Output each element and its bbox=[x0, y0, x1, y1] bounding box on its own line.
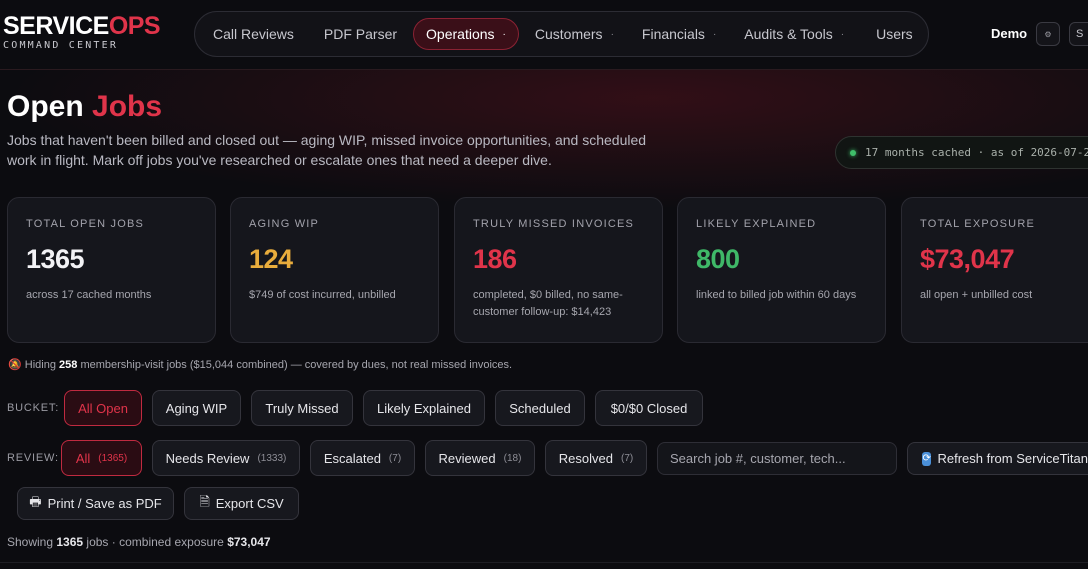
stat-note: all open + unbilled cost bbox=[920, 289, 1033, 301]
stat-label: LIKELY EXPLAINED bbox=[696, 218, 817, 230]
nav-label: Call Reviews bbox=[213, 26, 294, 42]
review-option-count: (18) bbox=[503, 452, 522, 464]
signout-button[interactable]: S bbox=[1069, 22, 1088, 46]
nav-label: PDF Parser bbox=[323, 26, 398, 42]
nav-financials[interactable]: Financials · bbox=[630, 18, 728, 50]
review-option-count: (1333) bbox=[257, 452, 287, 464]
top-bar: SERVICEOPS COMMAND CENTER Call Reviews P… bbox=[0, 0, 1088, 70]
hiding-prefix: Hiding bbox=[24, 359, 56, 371]
stat-value: 186 bbox=[473, 244, 517, 274]
summary-middle: jobs · combined exposure bbox=[86, 535, 224, 549]
nav-users[interactable]: Users bbox=[864, 18, 925, 50]
stat-label: TRULY MISSED INVOICES bbox=[473, 218, 635, 230]
hiding-notice: 🔕 Hiding 258 membership-visit jobs ($15,… bbox=[8, 358, 512, 371]
review-option-label: Resolved bbox=[558, 450, 613, 466]
stat-label: TOTAL OPEN JOBS bbox=[26, 218, 145, 230]
search-input[interactable] bbox=[657, 442, 897, 475]
nav-label: Users bbox=[876, 26, 913, 42]
bucket-zero-closed[interactable]: $0/$0 Closed bbox=[595, 390, 703, 426]
stat-value: 1365 bbox=[26, 244, 85, 274]
mute-bell-icon: 🔕 bbox=[8, 359, 22, 371]
nav-pdf-parser[interactable]: PDF Parser bbox=[312, 18, 409, 50]
review-option-count: (7) bbox=[620, 452, 634, 464]
nav-label: Operations bbox=[426, 26, 495, 42]
refresh-button[interactable]: ⟳ Refresh from ServiceTitan bbox=[907, 442, 1088, 475]
nav-audits-tools[interactable]: Audits & Tools · bbox=[732, 18, 856, 50]
dropdown-dot-icon: · bbox=[712, 28, 717, 40]
print-label: Print / Save as PDF bbox=[47, 496, 162, 511]
hiding-suffix: membership-visit jobs ($15,044 combined)… bbox=[80, 359, 513, 371]
review-escalated[interactable]: Escalated (7) bbox=[310, 440, 415, 476]
status-dot-icon bbox=[850, 149, 856, 156]
dropdown-dot-icon: · bbox=[840, 28, 845, 40]
export-csv-button[interactable]: 🗎 Export CSV bbox=[184, 487, 299, 520]
print-pdf-button[interactable]: 🖶 Print / Save as PDF bbox=[17, 487, 174, 520]
refresh-label: Refresh from ServiceTitan bbox=[937, 451, 1088, 466]
stat-value: $73,047 bbox=[920, 244, 1015, 274]
review-reviewed[interactable]: Reviewed (18) bbox=[425, 440, 535, 476]
results-summary: Showing 1365 jobs · combined exposure $7… bbox=[7, 535, 271, 549]
nav-customers[interactable]: Customers · bbox=[523, 18, 626, 50]
page-description: Jobs that haven't been billed and closed… bbox=[7, 132, 647, 168]
review-resolved[interactable]: Resolved (7) bbox=[545, 440, 647, 476]
dropdown-dot-icon: · bbox=[610, 28, 614, 40]
bucket-likely-explained[interactable]: Likely Explained bbox=[363, 390, 485, 426]
page-title: Open Jobs bbox=[7, 90, 162, 124]
review-needs-review[interactable]: Needs Review (1333) bbox=[152, 440, 300, 476]
summary-exposure: $73,047 bbox=[227, 535, 271, 549]
document-icon: 🗎 bbox=[199, 493, 210, 509]
refresh-icon: ⟳ bbox=[922, 451, 932, 466]
cache-status-pill: 17 months cached · as of 2026-07-2 bbox=[835, 136, 1088, 169]
review-option-label: All bbox=[75, 450, 91, 466]
settings-icon[interactable]: ⚙ bbox=[1036, 22, 1060, 46]
nav-label: Customers bbox=[534, 26, 603, 42]
review-option-count: (7) bbox=[388, 452, 402, 464]
bucket-aging-wip[interactable]: Aging WIP bbox=[152, 390, 241, 426]
main-nav: Call Reviews PDF Parser Operations · Cust… bbox=[194, 11, 929, 57]
review-all[interactable]: All (1365) bbox=[61, 440, 142, 476]
brand-subtitle: COMMAND CENTER bbox=[3, 40, 119, 51]
stat-note: linked to billed job within 60 days bbox=[696, 289, 857, 301]
review-option-label: Escalated bbox=[323, 450, 381, 466]
stat-value: 800 bbox=[696, 244, 740, 274]
summary-prefix: Showing bbox=[7, 535, 54, 549]
bucket-label: BUCKET: bbox=[7, 402, 60, 414]
review-label: REVIEW: bbox=[7, 452, 59, 464]
stat-card-total-exposure[interactable]: TOTAL EXPOSURE $73,047 all open + unbill… bbox=[901, 197, 1088, 343]
stat-note: $749 of cost incurred, unbilled bbox=[249, 289, 396, 301]
nav-operations[interactable]: Operations · bbox=[413, 18, 519, 50]
export-label: Export CSV bbox=[215, 496, 284, 511]
summary-count: 1365 bbox=[56, 535, 84, 549]
stat-label: TOTAL EXPOSURE bbox=[920, 218, 1036, 230]
brand-name: SERVICEOPS bbox=[3, 12, 161, 40]
brand-name-service: SERVICE bbox=[3, 12, 109, 40]
stat-note: completed, $0 billed, no same-customer f… bbox=[473, 289, 623, 318]
stat-label: AGING WIP bbox=[249, 218, 320, 230]
stat-card-aging-wip[interactable]: AGING WIP 124 $749 of cost incurred, unb… bbox=[230, 197, 439, 343]
brand-logo[interactable]: SERVICEOPS COMMAND CENTER bbox=[3, 12, 161, 51]
stat-card-total-open-jobs[interactable]: TOTAL OPEN JOBS 1365 across 17 cached mo… bbox=[7, 197, 216, 343]
review-option-label: Needs Review bbox=[165, 450, 250, 466]
table-top-border bbox=[0, 562, 1088, 563]
bucket-truly-missed[interactable]: Truly Missed bbox=[251, 390, 353, 426]
stat-note: across 17 cached months bbox=[26, 289, 152, 301]
stat-value: 124 bbox=[249, 244, 293, 274]
cache-status-text: 17 months cached · as of 2026-07-2 bbox=[865, 146, 1088, 159]
brand-name-ops: OPS bbox=[108, 12, 161, 40]
review-option-count: (1365) bbox=[98, 452, 128, 464]
printer-icon: 🖶 bbox=[29, 493, 42, 509]
page-title-jobs: Jobs bbox=[92, 90, 163, 123]
bucket-scheduled[interactable]: Scheduled bbox=[495, 390, 585, 426]
stat-card-likely-explained[interactable]: LIKELY EXPLAINED 800 linked to billed jo… bbox=[677, 197, 886, 343]
nav-label: Financials bbox=[641, 26, 705, 42]
hiding-count: 258 bbox=[59, 359, 78, 371]
user-name[interactable]: Demo bbox=[991, 26, 1027, 41]
bucket-all-open[interactable]: All Open bbox=[64, 390, 142, 426]
nav-label: Audits & Tools bbox=[744, 26, 833, 42]
stat-card-truly-missed[interactable]: TRULY MISSED INVOICES 186 completed, $0 … bbox=[454, 197, 663, 343]
dropdown-dot-icon: · bbox=[502, 28, 506, 40]
nav-call-reviews[interactable]: Call Reviews bbox=[201, 18, 306, 50]
review-option-label: Reviewed bbox=[438, 450, 496, 466]
page-title-open: Open bbox=[7, 90, 84, 123]
